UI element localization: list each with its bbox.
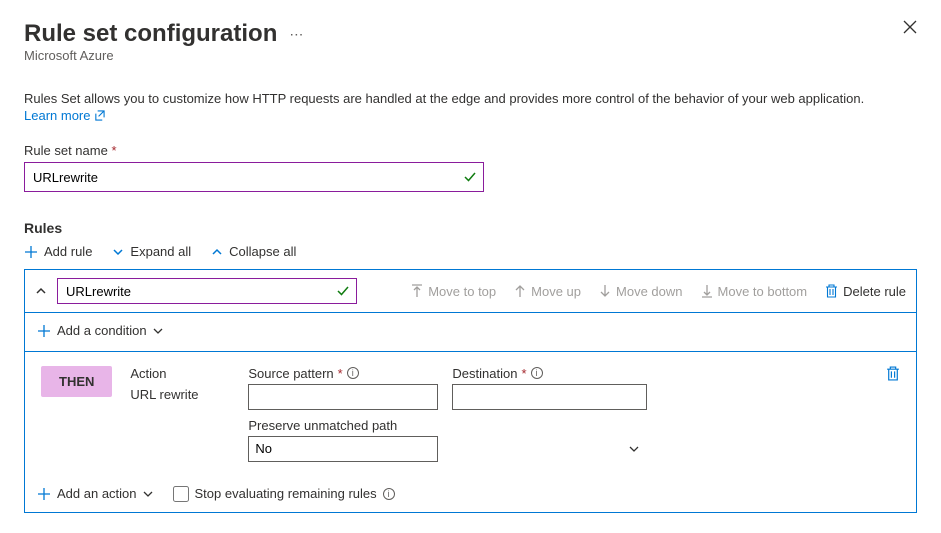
action-label: Action xyxy=(130,366,230,381)
rule-container: Move to top Move up Move down Move to bo… xyxy=(24,269,917,513)
preserve-path-select[interactable]: No xyxy=(248,436,438,462)
action-value: URL rewrite xyxy=(130,387,230,402)
add-condition-button[interactable]: Add a condition xyxy=(37,323,163,338)
destination-label: Destination * i xyxy=(452,366,647,381)
delete-rule-button[interactable]: Delete rule xyxy=(825,284,906,299)
close-icon xyxy=(903,20,917,34)
chevron-up-icon xyxy=(211,246,223,258)
add-rule-button[interactable]: Add rule xyxy=(24,244,92,259)
learn-more-link[interactable]: Learn more xyxy=(24,108,105,123)
trash-icon xyxy=(825,284,838,298)
move-to-top-button[interactable]: Move to top xyxy=(411,284,496,299)
stop-evaluating-label: Stop evaluating remaining rules xyxy=(195,486,377,501)
source-pattern-input[interactable] xyxy=(248,384,438,410)
rule-name-input[interactable] xyxy=(57,278,357,304)
page-subtitle: Microsoft Azure xyxy=(24,48,303,63)
stop-evaluating-checkbox[interactable] xyxy=(173,486,189,502)
chevron-down-icon xyxy=(153,326,163,336)
page-title: Rule set configuration xyxy=(24,20,277,48)
ruleset-name-input[interactable] xyxy=(24,162,484,192)
info-icon[interactable]: i xyxy=(383,488,395,500)
expand-all-button[interactable]: Expand all xyxy=(112,244,191,259)
move-up-button[interactable]: Move up xyxy=(514,284,581,299)
preserve-path-label: Preserve unmatched path xyxy=(248,418,647,433)
move-down-button[interactable]: Move down xyxy=(599,284,682,299)
plus-icon xyxy=(37,324,51,338)
collapse-all-button[interactable]: Collapse all xyxy=(211,244,296,259)
then-badge: THEN xyxy=(41,366,112,397)
ruleset-name-label: Rule set name * xyxy=(24,143,917,158)
chevron-up-icon xyxy=(35,285,47,297)
move-to-bottom-button[interactable]: Move to bottom xyxy=(701,284,808,299)
rules-section-title: Rules xyxy=(24,220,917,236)
info-icon[interactable]: i xyxy=(531,367,543,379)
info-icon[interactable]: i xyxy=(347,367,359,379)
chevron-down-icon xyxy=(112,246,124,258)
close-button[interactable] xyxy=(903,20,917,34)
description-text: Rules Set allows you to customize how HT… xyxy=(24,91,917,106)
source-pattern-label: Source pattern * i xyxy=(248,366,438,381)
arrow-down-icon xyxy=(599,284,611,298)
trash-icon xyxy=(886,366,900,381)
delete-action-button[interactable] xyxy=(886,366,900,381)
plus-icon xyxy=(24,245,38,259)
arrow-up-icon xyxy=(514,284,526,298)
chevron-down-icon xyxy=(143,489,153,499)
plus-icon xyxy=(37,487,51,501)
chevron-down-icon xyxy=(629,444,639,454)
more-options-icon[interactable]: ⋯ xyxy=(289,26,303,43)
add-action-button[interactable]: Add an action xyxy=(37,486,153,501)
arrow-bottom-icon xyxy=(701,284,713,298)
destination-input[interactable] xyxy=(452,384,647,410)
stop-evaluating-checkbox-row[interactable]: Stop evaluating remaining rules i xyxy=(173,486,395,502)
arrow-top-icon xyxy=(411,284,423,298)
external-link-icon xyxy=(94,110,105,121)
collapse-rule-button[interactable] xyxy=(35,285,47,297)
